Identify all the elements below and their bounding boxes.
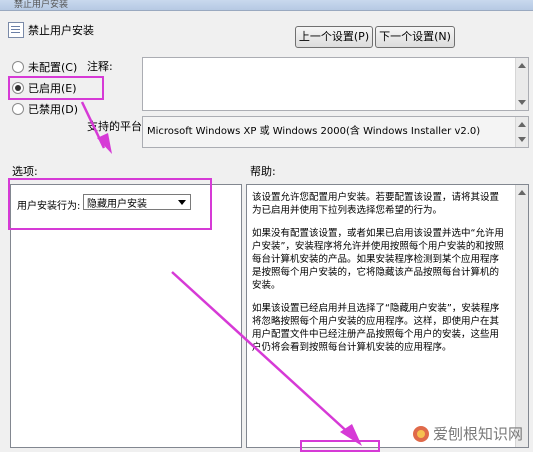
annotation-arrows	[80, 101, 362, 446]
watermark-text: 爱刨根知识网	[432, 425, 523, 443]
watermark-logo-icon	[412, 425, 429, 442]
arrow-line-2	[171, 271, 353, 437]
watermark: 爱刨根知识网	[412, 423, 523, 444]
